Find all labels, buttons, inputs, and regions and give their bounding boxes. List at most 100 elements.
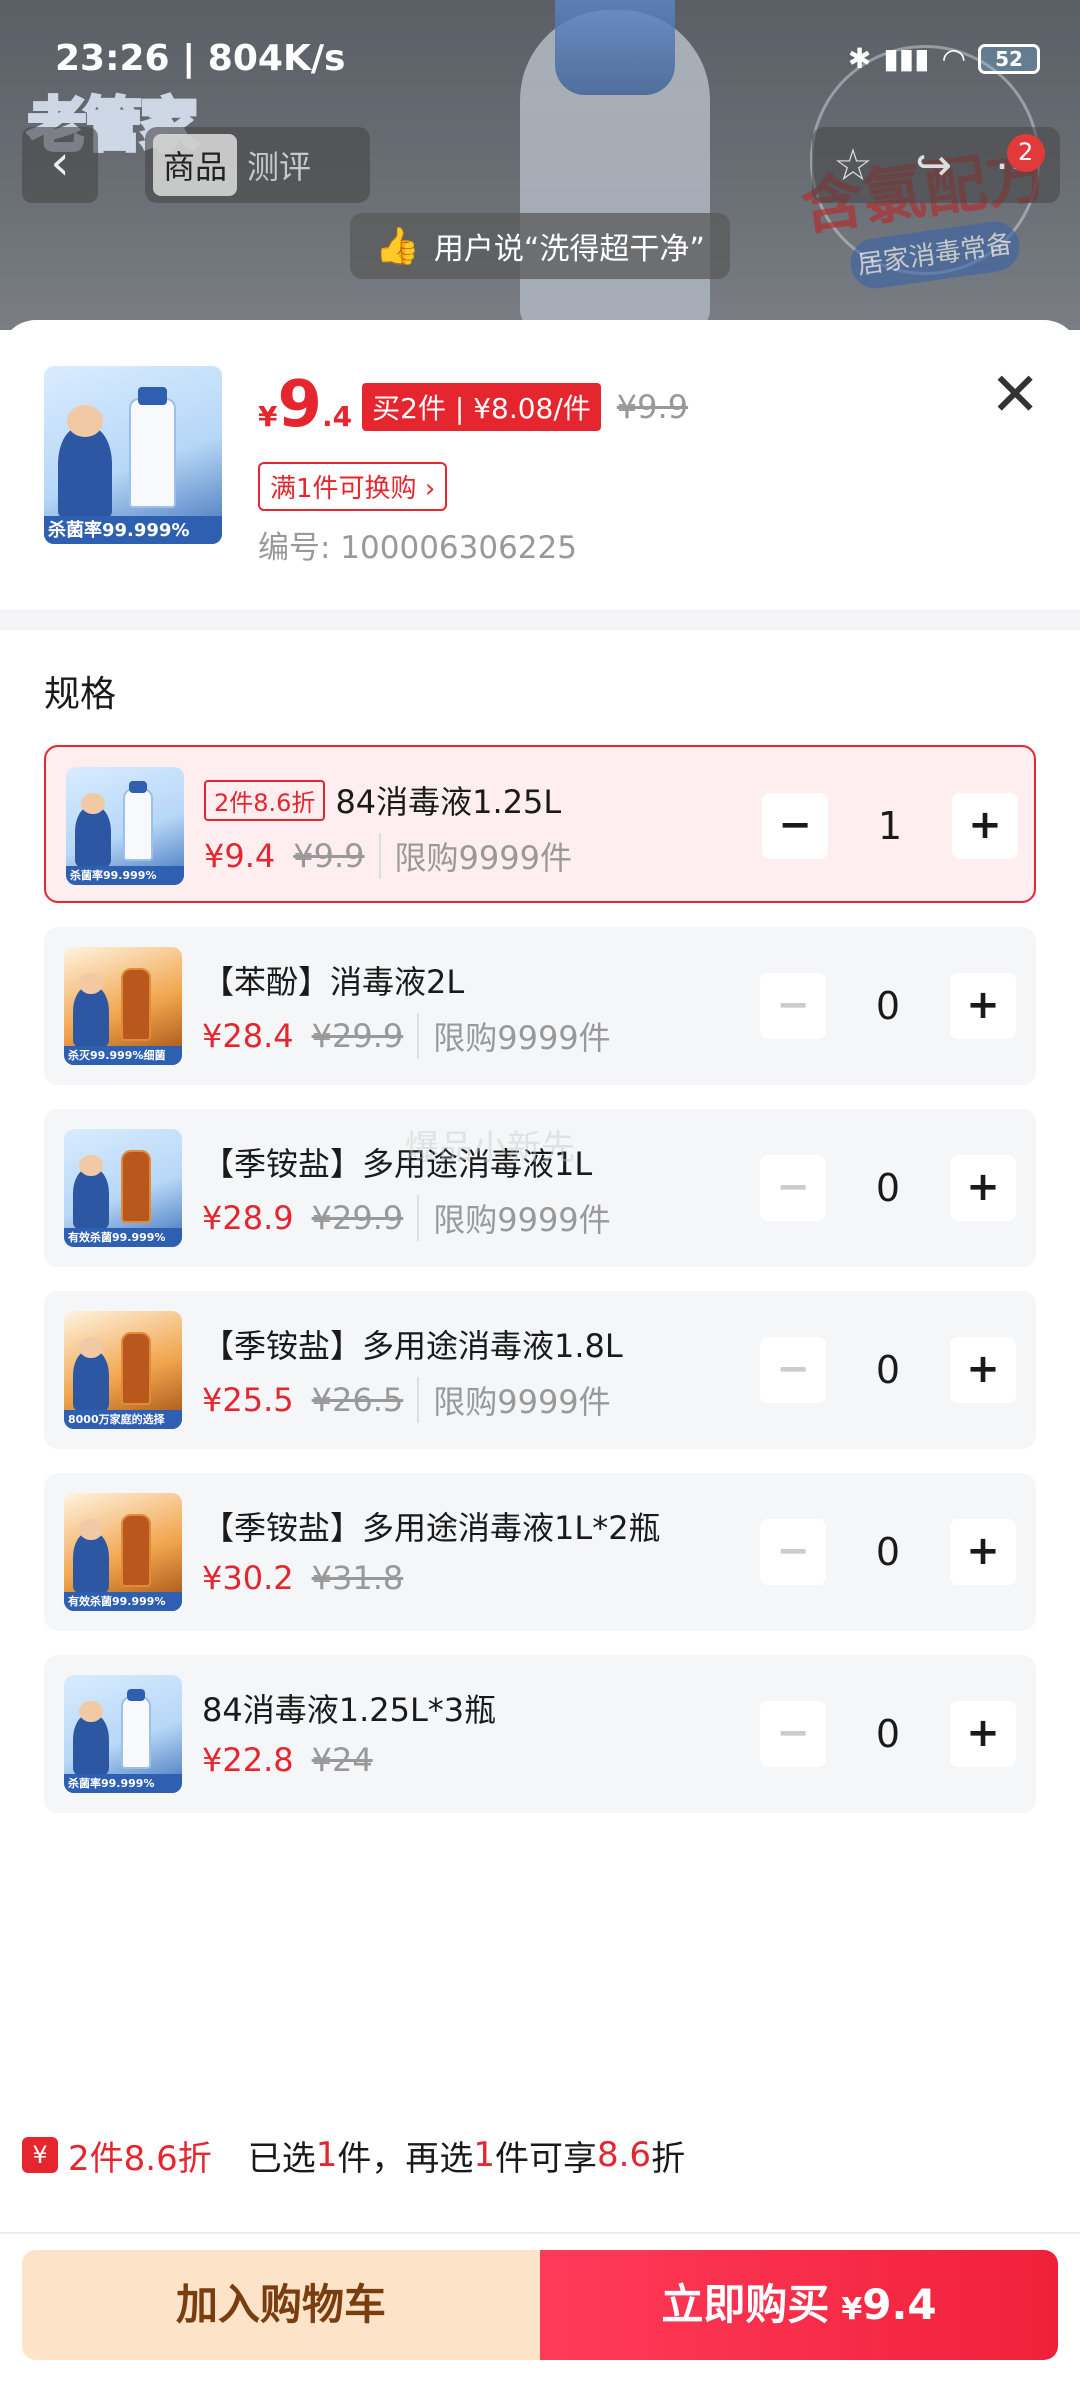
product-thumbnail: 杀菌率99.999% — [44, 366, 222, 544]
bluetooth-icon: ✱ — [847, 42, 872, 75]
selected-count: 1 — [315, 2135, 338, 2175]
decrease-button[interactable]: − — [760, 1337, 826, 1403]
purchase-limit: 限购9999件 — [417, 1013, 611, 1059]
increase-button[interactable]: + — [950, 1337, 1016, 1403]
spec-item-thumbnail: 8000万家庭的选择 — [64, 1311, 182, 1429]
increase-button[interactable]: + — [950, 973, 1016, 1039]
quantity-value: 0 — [875, 1166, 901, 1210]
sku-number: 编号: 100006306225 — [258, 530, 577, 566]
spec-item-original-price: ¥26.5 — [311, 1381, 404, 1419]
increase-button[interactable]: + — [952, 793, 1018, 859]
spec-item-thumbnail: 有效杀菌99.999% — [64, 1129, 182, 1247]
promo-text: 折 — [651, 2138, 686, 2179]
quantity-value: 0 — [875, 1348, 901, 1392]
spec-title: 规格 — [44, 674, 117, 715]
remaining-count: 1 — [473, 2135, 495, 2175]
original-price: ¥9.9 — [616, 388, 689, 426]
discount-tag: 2件8.6折 — [204, 779, 326, 821]
tab-review[interactable]: 测评 — [237, 134, 321, 196]
more-icon[interactable]: ⋯2 — [995, 133, 1045, 191]
battery-icon: 52 — [978, 43, 1040, 74]
promo-discount: 8.6 — [596, 2135, 652, 2175]
increase-button[interactable]: + — [950, 1701, 1016, 1767]
promo-text: 件可享 — [494, 2138, 597, 2179]
sku-selector-sheet: 杀菌率99.999% ¥9.4 买2件 | ¥8.08/件 ¥9.9 满1件可换… — [0, 320, 1080, 2400]
decrease-button[interactable]: − — [760, 1519, 826, 1585]
add-to-cart-button[interactable]: 加入购物车 — [22, 2250, 540, 2360]
spec-item-price: ¥9.4 — [204, 837, 276, 875]
quantity-stepper: − 0 + — [760, 1155, 1016, 1221]
bottom-divider — [0, 2232, 1080, 2234]
spec-item-price: ¥30.2 — [202, 1559, 294, 1597]
spec-item-price: ¥22.8 — [202, 1741, 294, 1779]
quantity-value: 0 — [875, 1712, 901, 1756]
spec-item-name: 84消毒液1.25L*3瓶 — [202, 1691, 497, 1729]
spec-item-price: ¥25.5 — [202, 1381, 294, 1419]
status-icons: ✱ ▮▮▮ ◠ 52 — [848, 42, 1040, 75]
product-thumbnail-caption: 杀菌率99.999% — [48, 520, 190, 541]
spec-item-name: 【季铵盐】多用途消毒液1L*2瓶 — [202, 1509, 661, 1547]
close-icon[interactable]: ✕ — [990, 365, 1040, 425]
spec-item-original-price: ¥24 — [311, 1741, 373, 1779]
increase-button[interactable]: + — [950, 1519, 1016, 1585]
price-row: ¥9.4 买2件 | ¥8.08/件 ¥9.9 — [258, 368, 688, 442]
exchange-offer-button[interactable]: 满1件可换购 › — [258, 462, 448, 511]
status-bar: 23:26 | 804K/s ✱ ▮▮▮ ◠ 52 — [0, 0, 1080, 120]
quantity-stepper: − 0 + — [760, 1337, 1016, 1403]
buy-now-currency: ¥ — [841, 2292, 863, 2327]
tab-product[interactable]: 商品 — [153, 134, 238, 196]
buy-now-label: 立即购买 — [661, 2280, 830, 2329]
share-icon[interactable]: ↪ — [915, 140, 952, 191]
purchase-limit: 限购9999件 — [378, 833, 572, 879]
promo-bar: ¥ 2件8.6折 已选 1 件，再选 1 件可享 8.6 折 — [22, 2130, 685, 2180]
spec-item-original-price: ¥29.9 — [311, 1017, 404, 1055]
decrease-button[interactable]: − — [760, 1701, 826, 1767]
chevron-left-icon: ‹ — [50, 135, 70, 191]
spec-item[interactable]: 8000万家庭的选择 【季铵盐】多用途消毒液1.8L ¥25.5 ¥26.5 限购9… — [44, 1291, 1036, 1449]
quantity-value: 1 — [877, 804, 903, 848]
promo-tag: 2件8.6折 — [68, 2138, 212, 2179]
nav-actions: ☆ ↪ ⋯2 — [812, 127, 1060, 203]
quantity-value: 0 — [875, 984, 901, 1028]
review-highlight-text: 用户说“洗得超干净” — [433, 232, 705, 267]
spec-item[interactable]: 杀菌率99.999% 84消毒液1.25L*3瓶 ¥22.8 ¥24 − 0 + — [44, 1655, 1036, 1813]
wifi-icon: ◠ — [941, 42, 966, 75]
decrease-button[interactable]: − — [760, 973, 826, 1039]
spec-item-thumbnail: 杀灭99.999%细菌 — [64, 947, 182, 1065]
decrease-button[interactable]: − — [762, 793, 828, 859]
watermark: 爆品小新先 — [405, 1128, 575, 1168]
spec-item-original-price: ¥29.9 — [311, 1199, 404, 1237]
nav-tabs: 商品 测评 — [145, 127, 370, 203]
promo-text: 件，再选 — [337, 2138, 474, 2179]
spec-item-original-price: ¥9.9 — [293, 837, 365, 875]
spec-item[interactable]: 杀菌率99.999% 2件8.6折 84消毒液1.25L ¥9.4 ¥9.9 限购99… — [44, 745, 1036, 903]
thumbs-up-icon: 👍 — [375, 226, 420, 267]
spec-item-price: ¥28.4 — [202, 1017, 294, 1055]
current-price: ¥9.4 — [258, 368, 353, 442]
status-time: 23:26 | 804K/s — [55, 38, 346, 79]
spec-item-thumbnail: 杀菌率99.999% — [66, 767, 184, 885]
spec-item[interactable]: 杀灭99.999%细菌 【苯酚】消毒液2L ¥28.4 ¥29.9 限购9999件 … — [44, 927, 1036, 1085]
spec-item-price: ¥28.9 — [202, 1199, 294, 1237]
signal-icon: ▮▮▮ — [883, 42, 930, 75]
increase-button[interactable]: + — [950, 1155, 1016, 1221]
star-icon[interactable]: ☆ — [833, 140, 872, 191]
quantity-value: 0 — [875, 1530, 901, 1574]
decrease-button[interactable]: − — [760, 1155, 826, 1221]
quantity-stepper: − 0 + — [760, 973, 1016, 1039]
promo-text: 已选 — [247, 2138, 316, 2179]
spec-item[interactable]: 有效杀菌99.999% 【季铵盐】多用途消毒液1L*2瓶 ¥30.2 ¥31.8 … — [44, 1473, 1036, 1631]
buy-now-price: 9.4 — [862, 2280, 937, 2329]
cart-badge: 2 — [1006, 133, 1045, 172]
coupon-icon: ¥ — [22, 2137, 58, 2173]
quantity-stepper: − 1 + — [762, 793, 1018, 859]
spec-item-original-price: ¥31.8 — [311, 1559, 404, 1597]
purchase-limit: 限购9999件 — [417, 1195, 611, 1241]
buy-now-button[interactable]: 立即购买 ¥9.4 — [540, 2250, 1058, 2360]
spec-item-thumbnail: 杀菌率99.999% — [64, 1675, 182, 1793]
back-button[interactable]: ‹ — [22, 127, 98, 203]
quantity-stepper: − 0 + — [760, 1519, 1016, 1585]
review-highlight[interactable]: 👍 用户说“洗得超干净” — [350, 213, 730, 279]
bundle-promo-badge: 买2件 | ¥8.08/件 — [362, 383, 601, 431]
spec-item-name: 84消毒液1.25L — [335, 783, 562, 821]
